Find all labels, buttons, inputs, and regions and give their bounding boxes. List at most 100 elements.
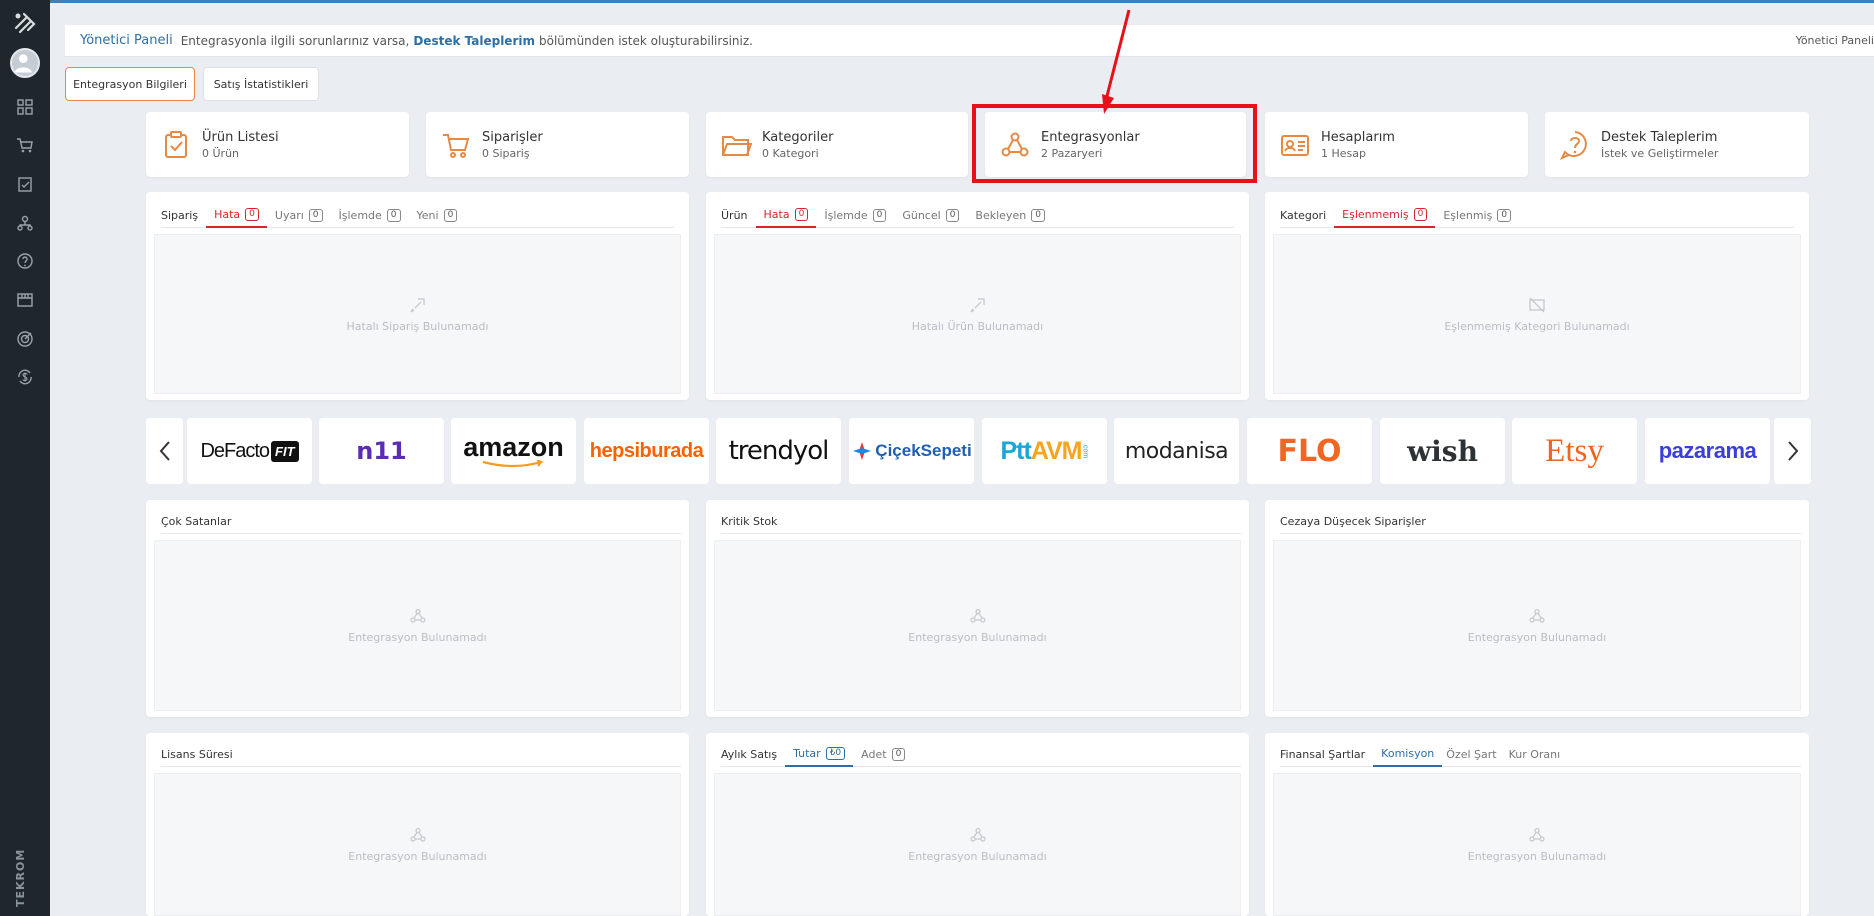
- carousel-next-button[interactable]: [1774, 418, 1811, 484]
- tile-product-list[interactable]: Ürün Listesi 0 Ürün: [146, 112, 409, 177]
- network-icon[interactable]: [15, 213, 35, 233]
- tile-title: Hesaplarım: [1321, 129, 1395, 145]
- critical-stock-panel: Kritik Stok Entegrasyon Bulunamadı: [706, 500, 1249, 717]
- avatar[interactable]: [10, 48, 40, 78]
- empty-state: Entegrasyon Bulunamadı: [714, 540, 1241, 711]
- sidebar: TEKROM: [0, 0, 50, 916]
- panel-label: Sipariş: [161, 209, 199, 222]
- marketplace-pttavm[interactable]: Ptt AVM .com: [982, 418, 1107, 484]
- tab-commission[interactable]: Komisyon: [1373, 747, 1443, 767]
- tile-support[interactable]: Destek Taleplerim İstek ve Geliştirmeler: [1545, 112, 1809, 177]
- marketplace-defacto[interactable]: DeFacto FIT: [187, 418, 312, 484]
- panel-label: Ürün: [721, 209, 748, 222]
- target-icon[interactable]: [15, 329, 35, 349]
- flower-logo-icon: [853, 442, 872, 460]
- empty-state: Entegrasyon Bulunamadı: [714, 773, 1241, 916]
- support-link[interactable]: Destek Taleplerim: [413, 34, 535, 48]
- breadcrumb[interactable]: Yönetici Paneli: [1796, 34, 1874, 47]
- top-accent-line: [0, 0, 1874, 3]
- tile-count: İstek ve Geliştirmeler: [1601, 146, 1719, 160]
- empty-state: Entegrasyon Bulunamadı: [154, 773, 681, 916]
- webhook-icon: [1529, 608, 1545, 623]
- carousel-prev-button[interactable]: [146, 418, 183, 484]
- empty-state: Entegrasyon Bulunamadı: [1273, 540, 1801, 711]
- marketplace-flo[interactable]: FLO: [1247, 418, 1372, 484]
- panel-title: Kritik Stok: [721, 512, 1241, 534]
- cart-icon: [443, 133, 470, 158]
- marketplace-etsy[interactable]: Etsy: [1512, 418, 1637, 484]
- tab-product-processing[interactable]: İşlemde 0: [816, 209, 894, 227]
- tab-category-matched[interactable]: Eşlenmiş 0: [1435, 209, 1519, 227]
- tab-product-current[interactable]: Güncel 0: [894, 209, 967, 227]
- tab-order-processing[interactable]: İşlemde 0: [331, 209, 409, 227]
- tile-categories[interactable]: Kategoriler 0 Kategori: [706, 112, 968, 177]
- panel-title: Cezaya Düşecek Siparişler: [1280, 512, 1801, 534]
- amazon-smile-icon: [482, 460, 544, 468]
- marketplace-ciceksepeti[interactable]: ÇiçekSepeti: [849, 418, 974, 484]
- app-logo-icon[interactable]: [10, 8, 40, 38]
- chevron-left-icon: [159, 441, 170, 461]
- tile-title: Destek Taleplerim: [1601, 129, 1718, 145]
- tab-exchange-rate[interactable]: Kur Oranı: [1505, 748, 1569, 766]
- order-status-panel: Sipariş Hata 0 Uyarı 0 İşlemde 0 Yeni 0 Hata…: [146, 192, 689, 400]
- clipboard-check-icon: [165, 130, 187, 158]
- product-tabs: Ürün Hata 0 İşlemde 0 Güncel 0 Bekleyen 0: [721, 206, 1234, 228]
- panel-title: Finansal Şartlar: [1280, 748, 1366, 761]
- annotation-arrow-icon: [1102, 9, 1131, 114]
- tile-accounts[interactable]: Hesaplarım 1 Hesap: [1265, 112, 1528, 177]
- tab-product-pending[interactable]: Bekleyen 0: [967, 209, 1053, 227]
- tab-amount[interactable]: Tutar ₺0: [785, 747, 854, 767]
- tab-quantity[interactable]: Adet 0: [853, 748, 913, 766]
- marketplace-n11[interactable]: n11: [319, 418, 444, 484]
- help-icon[interactable]: [15, 251, 35, 271]
- product-status-panel: Ürün Hata 0 İşlemde 0 Güncel 0 Bekleyen 0 Ha…: [706, 192, 1249, 400]
- marketplace-modanisa[interactable]: modanisa: [1114, 418, 1239, 484]
- webhook-icon: [1529, 827, 1545, 842]
- marketplace-trendyol[interactable]: trendyol: [716, 418, 841, 484]
- license-panel: Lisans Süresi Entegrasyon Bulunamadı: [146, 733, 689, 916]
- best-sellers-panel: Çok Satanlar Entegrasyon Bulunamadı: [146, 500, 689, 717]
- chevron-right-icon: [1787, 441, 1798, 461]
- tile-title: Kategoriler: [762, 129, 834, 145]
- panel-title: Çok Satanlar: [161, 512, 681, 534]
- marketplace-pazarama[interactable]: pazarama: [1645, 418, 1770, 484]
- store-icon[interactable]: [15, 290, 35, 310]
- clipboard-check-icon[interactable]: [15, 174, 35, 194]
- tab-order-error[interactable]: Hata 0: [206, 208, 267, 228]
- page-title: Yönetici Paneli: [80, 33, 173, 48]
- tab-special-terms[interactable]: Özel Şart: [1442, 748, 1504, 766]
- webhook-icon: [409, 608, 426, 623]
- tab-product-error[interactable]: Hata 0: [755, 208, 817, 228]
- empty-state: Hatalı Sipariş Bulunamadı: [154, 234, 681, 394]
- monthly-sales-tabs: Aylık Satış Tutar ₺0 Adet 0: [721, 745, 1241, 767]
- marketplace-hepsiburada[interactable]: hepsiburada: [584, 418, 709, 484]
- brand-text: TEKROM: [14, 848, 27, 908]
- tile-title: Ürün Listesi: [202, 129, 279, 145]
- rocket-icon: [969, 297, 985, 313]
- header-message-post: bölümünden istek oluşturabilirsiniz.: [538, 33, 753, 48]
- tab-category-unmatched[interactable]: Eşlenmemiş 0: [1334, 208, 1436, 228]
- webhook-icon: [969, 608, 986, 623]
- money-sync-icon[interactable]: [15, 367, 35, 387]
- image-off-icon: [1529, 297, 1545, 312]
- tab-integration-info[interactable]: Entegrasyon Bilgileri: [65, 67, 195, 101]
- panel-title: Aylık Satış: [721, 748, 778, 761]
- tab-order-new[interactable]: Yeni 0: [409, 209, 466, 227]
- folder-icon: [722, 135, 752, 156]
- category-status-panel: Kategori Eşlenmemiş 0 Eşlenmiş 0 Eşlenmemi…: [1265, 192, 1809, 400]
- tile-title: Siparişler: [482, 129, 543, 145]
- marketplace-amazon[interactable]: amazon: [451, 418, 576, 484]
- tile-orders[interactable]: Siparişler 0 Sipariş: [426, 112, 689, 177]
- monthly-sales-panel: Aylık Satış Tutar ₺0 Adet 0 Entegrasyon Bu…: [706, 733, 1249, 916]
- empty-state: Eşlenmemiş Kategori Bulunamadı: [1273, 234, 1801, 394]
- penalty-orders-panel: Cezaya Düşecek Siparişler Entegrasyon Bu…: [1265, 500, 1809, 717]
- panel-title: Lisans Süresi: [161, 745, 681, 767]
- tab-sales-stats[interactable]: Satış İstatistikleri: [203, 67, 319, 101]
- header-message-pre: Entegrasyonla ilgili sorunlarınız varsa,: [180, 33, 410, 48]
- marketplace-wish[interactable]: wish: [1380, 418, 1505, 484]
- cart-icon[interactable]: [15, 135, 35, 155]
- tile-count: 0 Sipariş: [482, 146, 530, 160]
- dashboard-icon[interactable]: [15, 97, 35, 117]
- tab-order-warning[interactable]: Uyarı 0: [267, 209, 331, 227]
- help-icon: [1559, 130, 1587, 160]
